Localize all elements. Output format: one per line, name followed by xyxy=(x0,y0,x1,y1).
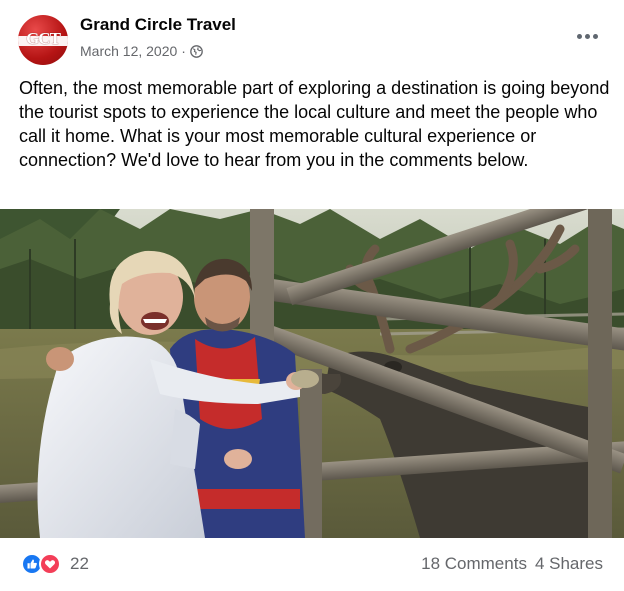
post-footer: 22 18 Comments 4 Shares xyxy=(0,538,624,591)
post-header: GCT Grand Circle Travel March 12, 2020 · xyxy=(0,0,624,72)
page-avatar[interactable]: GCT xyxy=(18,15,68,65)
post-date-link[interactable]: March 12, 2020 xyxy=(80,43,177,59)
more-options-icon[interactable] xyxy=(572,26,602,46)
meta-separator: · xyxy=(181,43,186,59)
reactions-summary[interactable]: 22 xyxy=(21,553,89,575)
thumbs-up-glyph xyxy=(27,559,37,569)
dot xyxy=(584,33,590,39)
post-photo[interactable] xyxy=(0,209,624,538)
heart-glyph xyxy=(44,560,56,569)
love-icon xyxy=(39,553,61,575)
dot xyxy=(576,33,582,39)
shares-count-link[interactable]: 4 Shares xyxy=(535,554,603,574)
comments-count-link[interactable]: 18 Comments xyxy=(421,554,527,574)
post-body-text: Often, the most memorable part of explor… xyxy=(19,78,610,170)
dot xyxy=(592,33,598,39)
globe-icon[interactable] xyxy=(190,44,203,58)
page-name-link[interactable]: Grand Circle Travel xyxy=(80,15,236,35)
facebook-post: GCT Grand Circle Travel March 12, 2020 ·… xyxy=(0,0,624,591)
engagement-stats: 18 Comments 4 Shares xyxy=(421,554,603,574)
avatar-logo-text: GCT xyxy=(26,29,61,48)
post-meta: March 12, 2020 · xyxy=(80,43,203,59)
reaction-count: 22 xyxy=(70,554,89,573)
photo-illustration xyxy=(0,209,624,538)
